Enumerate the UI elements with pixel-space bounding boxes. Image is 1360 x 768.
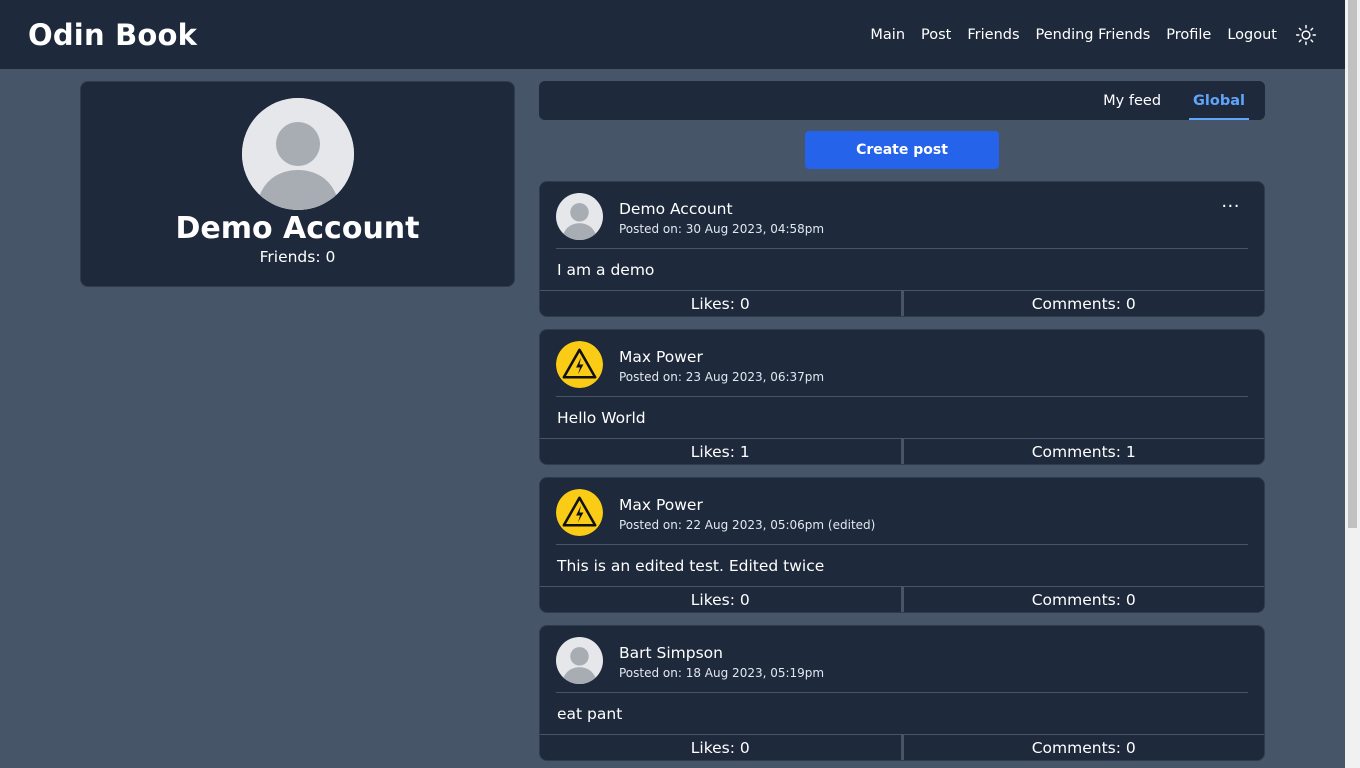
- post-author[interactable]: Bart Simpson: [619, 643, 723, 663]
- high-voltage-warning-icon[interactable]: [556, 489, 603, 536]
- default-avatar-icon[interactable]: [556, 193, 603, 240]
- comments-button[interactable]: Comments: 1: [904, 439, 1265, 464]
- post-card: Max Power Posted on: 22 Aug 2023, 05:06p…: [539, 477, 1265, 613]
- tab-global[interactable]: Global: [1189, 81, 1249, 120]
- scrollbar-thumb[interactable]: [1348, 0, 1357, 528]
- post-date: Posted on: 22 Aug 2023, 05:06pm (edited): [619, 518, 876, 532]
- divider: [556, 544, 1248, 545]
- post-body: This is an edited test. Edited twice: [557, 557, 825, 575]
- post-card: Bart Simpson Posted on: 18 Aug 2023, 05:…: [539, 625, 1265, 761]
- nav-main[interactable]: Main: [870, 27, 905, 43]
- nav-logout[interactable]: Logout: [1227, 27, 1277, 43]
- comments-button[interactable]: Comments: 0: [904, 587, 1265, 612]
- tab-my-feed[interactable]: My feed: [1099, 81, 1165, 120]
- divider: [556, 248, 1248, 249]
- post-stats: Likes: 1 Comments: 1: [540, 438, 1264, 464]
- comments-button[interactable]: Comments: 0: [904, 735, 1265, 760]
- brand-logo[interactable]: Odin Book: [28, 18, 197, 52]
- likes-button[interactable]: Likes: 0: [540, 587, 904, 612]
- post-author[interactable]: Max Power: [619, 495, 703, 515]
- likes-button[interactable]: Likes: 1: [540, 439, 904, 464]
- post-date: Posted on: 18 Aug 2023, 05:19pm: [619, 666, 825, 680]
- post-stats: Likes: 0 Comments: 0: [540, 290, 1264, 316]
- post-card: Demo Account Posted on: 30 Aug 2023, 04:…: [539, 181, 1265, 317]
- post-date: Posted on: 30 Aug 2023, 04:58pm: [619, 222, 825, 236]
- nav-post[interactable]: Post: [921, 27, 951, 43]
- default-avatar-icon[interactable]: [241, 98, 354, 210]
- likes-button[interactable]: Likes: 0: [540, 735, 904, 760]
- divider: [556, 692, 1248, 693]
- nav-pending-friends[interactable]: Pending Friends: [1036, 27, 1151, 43]
- nav-profile[interactable]: Profile: [1166, 27, 1211, 43]
- comments-button[interactable]: Comments: 0: [904, 291, 1265, 316]
- post-card: Max Power Posted on: 23 Aug 2023, 06:37p…: [539, 329, 1265, 465]
- create-post-button[interactable]: Create post: [805, 131, 999, 169]
- post-body: Hello World: [557, 409, 646, 427]
- post-date: Posted on: 23 Aug 2023, 06:37pm: [619, 370, 825, 384]
- post-stats: Likes: 0 Comments: 0: [540, 586, 1264, 612]
- profile-friends-count: Friends: 0: [259, 248, 336, 266]
- page-scrollbar[interactable]: [1345, 0, 1360, 768]
- feed-tabs: My feed Global: [539, 81, 1265, 120]
- post-body: eat pant: [557, 705, 623, 723]
- sun-icon[interactable]: [1295, 24, 1317, 46]
- top-navbar: Odin Book Main Post Friends Pending Frie…: [0, 0, 1345, 69]
- post-stats: Likes: 0 Comments: 0: [540, 734, 1264, 760]
- profile-name: Demo Account: [175, 211, 420, 246]
- default-avatar-icon[interactable]: [556, 637, 603, 684]
- post-body: I am a demo: [557, 261, 655, 279]
- divider: [556, 396, 1248, 397]
- more-options-icon[interactable]: ···: [1221, 198, 1240, 216]
- post-author[interactable]: Max Power: [619, 347, 703, 367]
- profile-card: Demo Account Friends: 0: [80, 81, 515, 287]
- main-nav: Main Post Friends Pending Friends Profil…: [870, 24, 1317, 46]
- post-author[interactable]: Demo Account: [619, 199, 733, 219]
- likes-button[interactable]: Likes: 0: [540, 291, 904, 316]
- nav-friends[interactable]: Friends: [967, 27, 1019, 43]
- high-voltage-warning-icon[interactable]: [556, 341, 603, 388]
